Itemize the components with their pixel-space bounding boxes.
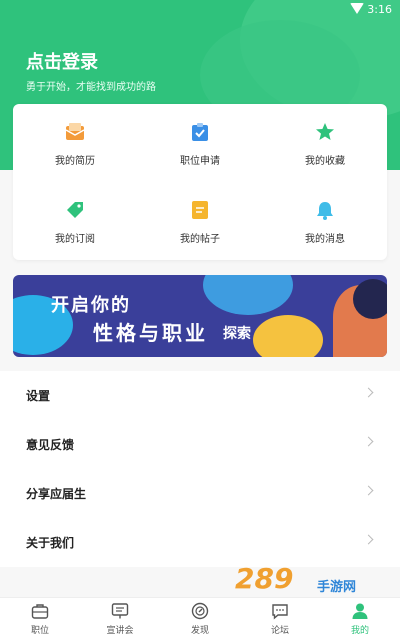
post-icon: [192, 201, 208, 219]
tab-label: 宣讲会: [106, 626, 134, 636]
tab-label: 发现: [190, 626, 209, 636]
personality-career-banner[interactable]: 开启你的 性格与职业 探索: [13, 275, 387, 357]
tab-mine[interactable]: 我的: [320, 598, 400, 639]
login-subtitle: 勇于开始，才能找到成功的路: [26, 82, 156, 93]
tab-jobs[interactable]: 职位: [0, 598, 80, 639]
settings-list: 设置 意见反馈 分享应届生 关于我们: [0, 371, 400, 567]
tab-forum[interactable]: 论坛: [240, 598, 320, 639]
presentation-icon: [111, 603, 129, 619]
list-item-label: 分享应届生: [26, 487, 87, 501]
banner-line2: 性格与职业: [93, 321, 208, 345]
login-link[interactable]: 点击登录: [26, 48, 98, 74]
wifi-icon: [350, 3, 364, 14]
grid-item-applications[interactable]: 职位申请: [140, 122, 260, 182]
compass-icon: [191, 602, 209, 620]
grid-item-label: 我的帖子: [180, 234, 220, 245]
list-item-settings[interactable]: 设置: [0, 371, 400, 420]
status-time: 3:16: [367, 3, 392, 16]
tab-discover[interactable]: 发现: [160, 598, 240, 639]
watermark-brand: 289: [235, 562, 294, 595]
tab-label: 论坛: [270, 626, 289, 636]
list-item-label: 关于我们: [26, 536, 75, 550]
chevron-right-icon: [363, 534, 374, 545]
chevron-right-icon: [363, 387, 374, 398]
grid-item-label: 我的消息: [305, 234, 345, 245]
list-item-label: 意见反馈: [26, 438, 75, 452]
chevron-right-icon: [363, 436, 374, 447]
grid-item-subscriptions[interactable]: 我的订阅: [15, 200, 135, 260]
grid-item-posts[interactable]: 我的帖子: [140, 200, 260, 260]
grid-item-messages[interactable]: 我的消息: [265, 200, 385, 260]
banner-line1: 开启你的: [51, 295, 131, 316]
grid-item-resume[interactable]: 我的简历: [15, 122, 135, 182]
list-item-label: 设置: [26, 389, 51, 403]
bottom-tab-bar: 职位 宣讲会 发现 论坛 我的: [0, 597, 400, 639]
banner-line3: 探索: [223, 326, 251, 342]
tag-icon: [67, 202, 83, 218]
list-item-share[interactable]: 分享应届生: [0, 469, 400, 518]
tab-label: 我的: [350, 626, 369, 636]
watermark-logo: 289 手游网: [235, 560, 395, 600]
star-icon: [316, 123, 334, 140]
grid-item-label: 职位申请: [180, 156, 220, 167]
bell-icon: [317, 202, 333, 220]
resume-icon: [65, 123, 85, 140]
grid-item-favorites[interactable]: 我的收藏: [265, 122, 385, 182]
grid-item-label: 我的简历: [55, 156, 95, 167]
chat-icon: [272, 604, 288, 620]
chevron-right-icon: [363, 485, 374, 496]
grid-item-label: 我的订阅: [55, 234, 95, 245]
quick-access-card: 我的简历 职位申请 我的收藏 我的订阅 我的帖子 我的消息: [13, 104, 387, 260]
tab-talks[interactable]: 宣讲会: [80, 598, 160, 639]
grid-item-label: 我的收藏: [305, 156, 345, 167]
status-bar: 3:16: [0, 0, 400, 20]
briefcase-icon: [31, 604, 49, 619]
clipboard-check-icon: [192, 123, 208, 141]
watermark-text: 手游网: [317, 580, 357, 595]
tab-label: 职位: [30, 626, 49, 636]
list-item-feedback[interactable]: 意见反馈: [0, 420, 400, 469]
person-icon: [352, 603, 368, 619]
